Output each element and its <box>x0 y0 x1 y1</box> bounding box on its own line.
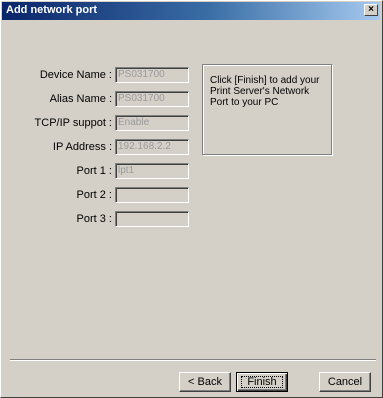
alias-name-label: Alias Name : <box>49 93 112 105</box>
port1-row: Port 1 : lpt1 <box>1 163 383 179</box>
close-icon: × <box>368 4 374 15</box>
port3-row: Port 3 : <box>1 211 383 227</box>
tcpip-support-field[interactable]: Enable <box>115 115 189 131</box>
port2-label: Port 2 : <box>76 189 112 201</box>
add-network-port-dialog: Add network port × Device Name : PS03170… <box>0 0 383 398</box>
port3-field[interactable] <box>115 211 189 227</box>
port1-label: Port 1 : <box>76 165 112 177</box>
back-button[interactable]: < Back <box>179 372 231 392</box>
ip-address-field[interactable]: 192.168.2.2 <box>115 139 189 155</box>
info-panel: Click [Finish] to add your Print Server'… <box>202 64 333 156</box>
port3-label: Port 3 : <box>76 213 112 225</box>
back-button-label: < Back <box>188 376 222 388</box>
port1-field[interactable]: lpt1 <box>115 163 189 179</box>
port2-row: Port 2 : <box>1 187 383 203</box>
cancel-button-label: Cancel <box>327 376 363 388</box>
info-text: Click [Finish] to add your Print Server'… <box>210 75 320 108</box>
focus-rectangle <box>241 376 283 388</box>
ip-address-label: IP Address : <box>52 141 112 153</box>
button-separator <box>10 359 376 361</box>
close-button[interactable]: × <box>364 4 378 16</box>
device-name-field[interactable]: PS031700 <box>115 67 189 83</box>
tcpip-support-label: TCP/IP suppot : <box>34 117 112 129</box>
cancel-button[interactable]: Cancel <box>319 372 371 392</box>
finish-button[interactable]: Finish <box>236 372 288 392</box>
port2-field[interactable] <box>115 187 189 203</box>
dialog-title: Add network port <box>6 4 98 16</box>
alias-name-field[interactable]: PS031700 <box>115 91 189 107</box>
device-name-label: Device Name : <box>39 69 112 81</box>
title-bar[interactable]: Add network port × <box>2 2 380 20</box>
